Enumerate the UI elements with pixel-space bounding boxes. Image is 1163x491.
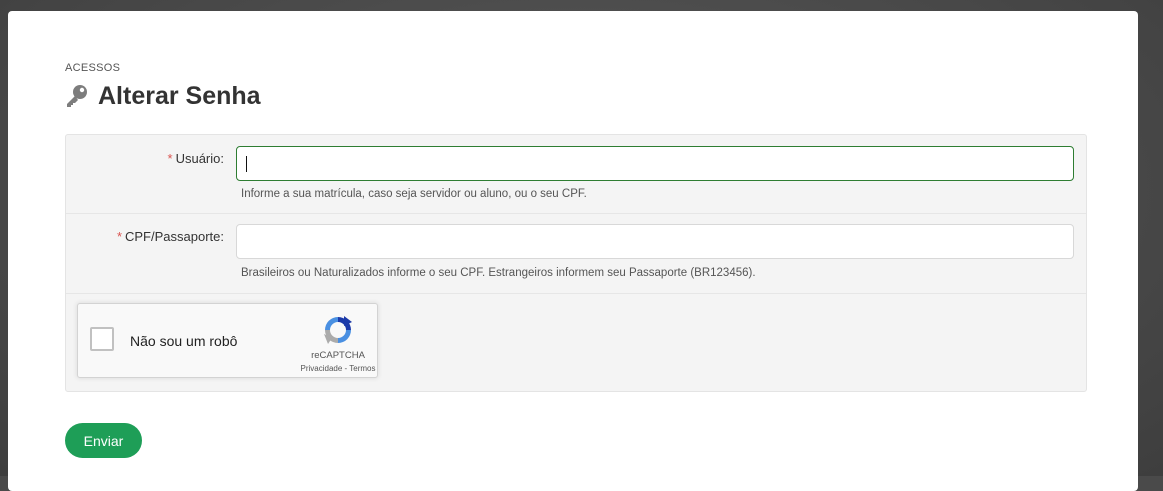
recaptcha-brand: reCAPTCHA xyxy=(311,350,365,361)
cpf-label: * CPF/Passaporte: xyxy=(117,229,224,244)
cpf-row: * CPF/Passaporte: Brasileiros ou Naturali… xyxy=(66,214,1086,294)
username-label-text: Usuário: xyxy=(175,151,224,166)
username-input[interactable] xyxy=(236,146,1074,181)
breadcrumb: ACESSOS xyxy=(65,62,121,74)
username-row: * Usuário: Informe a sua matrícula, caso … xyxy=(66,135,1086,214)
required-mark: * xyxy=(167,151,173,166)
page-title: Alterar Senha xyxy=(98,81,261,110)
recaptcha-checkbox[interactable] xyxy=(90,327,114,351)
required-mark: * xyxy=(116,229,122,244)
username-label: * Usuário: xyxy=(168,151,224,166)
main-card: ACESSOS Alterar Senha * Usuário: Informe … xyxy=(8,11,1138,491)
username-help: Informe a sua matrícula, caso seja servi… xyxy=(241,188,587,200)
title-row: Alterar Senha xyxy=(64,81,261,111)
text-caret xyxy=(246,156,247,172)
recaptcha-links[interactable]: Privacidade - Termos xyxy=(278,364,398,373)
cpf-help: Brasileiros ou Naturalizados informe o s… xyxy=(241,267,756,279)
recaptcha-label: Não sou um robô xyxy=(130,333,238,349)
key-icon xyxy=(64,83,90,109)
cpf-label-text: CPF/Passaporte: xyxy=(125,229,224,244)
form-panel: * Usuário: Informe a sua matrícula, caso … xyxy=(65,134,1087,392)
cpf-input[interactable] xyxy=(236,224,1074,259)
recaptcha-widget: Não sou um robô reCAPTCHA Privacidade - … xyxy=(77,303,378,378)
recaptcha-logo-icon xyxy=(322,314,354,346)
submit-button[interactable]: Enviar xyxy=(65,423,142,458)
